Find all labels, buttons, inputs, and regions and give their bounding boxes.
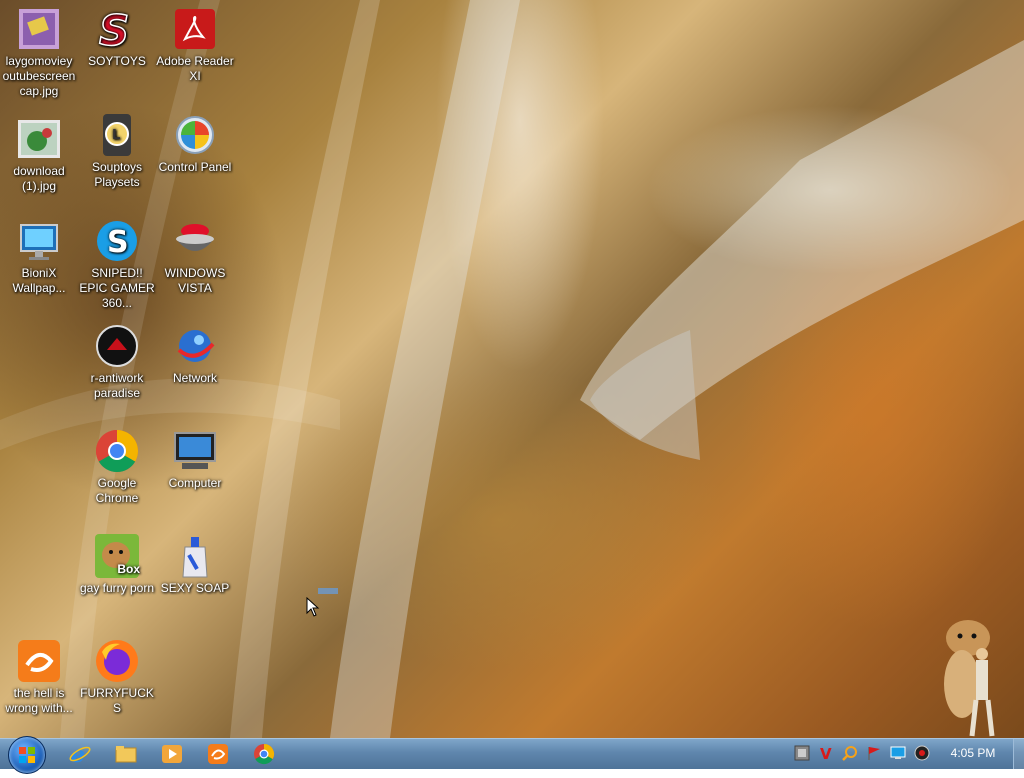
desktop-icon-label: download (1).jpg <box>13 164 65 193</box>
chrome-icon <box>94 428 140 474</box>
flag-icon[interactable] <box>866 745 882 761</box>
desktop-icon-network[interactable]: Network <box>156 323 234 386</box>
desktop-icon-label: Computer <box>168 476 222 490</box>
desktop-icon-gay-furry-porn[interactable]: Box gay furry porn <box>78 533 156 596</box>
chrome-icon <box>254 743 275 765</box>
taskbar-media-player[interactable] <box>156 742 188 766</box>
desktop-icon-label: WINDOWS VISTA <box>164 266 226 295</box>
network-globe-icon <box>172 323 218 369</box>
uc-browser-icon <box>208 744 228 764</box>
taskbar-internet-explorer[interactable]: e <box>64 742 96 766</box>
desktop-icon-sexy-soap[interactable]: SEXY SOAP <box>156 533 234 596</box>
desktop-icon-soytoys[interactable]: S SOYTOYS <box>78 6 156 69</box>
desktop-icon-label: Control Panel <box>158 160 232 174</box>
taskbar: e V 4:05 PM <box>0 736 1024 774</box>
svg-text:S: S <box>99 7 129 51</box>
desktop-icon-control-panel[interactable]: Control Panel <box>156 112 234 175</box>
taskbar-chrome[interactable] <box>248 742 280 766</box>
clock[interactable]: 4:05 PM <box>940 746 1006 760</box>
taskbar-file-explorer[interactable] <box>110 742 142 766</box>
desktop-icon-label: FURRYFUCKS <box>80 686 154 715</box>
skype-icon: S <box>94 218 140 264</box>
box-badge: Box <box>117 562 140 576</box>
desktop-icon-label: Adobe Reader XI <box>156 54 234 83</box>
monitor-icon <box>16 218 62 264</box>
image-file-icon <box>16 116 62 162</box>
desktop-icon-label: SEXY SOAP <box>160 581 230 595</box>
desktop-icon-download-jpg[interactable]: download (1).jpg <box>0 116 78 194</box>
desktop-icon-sniped-epic-gamer[interactable]: S SNIPED!! EPIC GAMER 360... <box>78 218 156 311</box>
v-antivirus-icon[interactable]: V <box>818 745 834 761</box>
desktop-icon-adobe-reader[interactable]: Adobe Reader XI <box>156 6 234 84</box>
svg-text:S: S <box>107 225 129 260</box>
desktop-icon-laygomoviey[interactable]: laygomoviey outubescreen cap.jpg <box>0 6 78 99</box>
desktop-icon-label: Network <box>172 371 217 385</box>
desktop-icon-label: SOYTOYS <box>88 54 146 68</box>
desktop-icon-label: the hell is wrong with... <box>5 686 73 715</box>
file-explorer-icon <box>115 746 137 763</box>
soytoys-s-icon: S <box>94 6 140 52</box>
desktop-icon-furryfucks[interactable]: FURRYFUCKS <box>78 638 156 716</box>
start-button[interactable] <box>8 736 46 774</box>
hamster-buddy-icon <box>944 620 995 737</box>
image-file-icon <box>16 6 62 52</box>
desktop-wallpaper[interactable]: laygomoviey outubescreen cap.jpg S SOYTO… <box>0 0 1024 738</box>
uc-browser-icon <box>16 638 62 684</box>
computer-icon <box>172 428 218 474</box>
desktop-icon-google-chrome[interactable]: Google Chrome <box>78 428 156 506</box>
volume-icon[interactable] <box>914 745 930 761</box>
antiwork-icon <box>94 323 140 369</box>
hamster-box-icon: Box <box>94 533 140 579</box>
taskbar-uc-browser[interactable] <box>202 742 234 766</box>
desktop-icon-label: laygomoviey outubescreen cap.jpg <box>2 54 76 98</box>
media-player-icon <box>162 745 182 763</box>
display-icon[interactable] <box>890 745 906 761</box>
show-desktop-button[interactable] <box>1013 739 1024 769</box>
desktop-icon-windows-vista[interactable]: WINDOWS VISTA <box>156 218 234 296</box>
soap-bottle-icon <box>172 533 218 579</box>
magnifier-icon[interactable] <box>842 745 858 761</box>
desktop-icon-label: SNIPED!! EPIC GAMER 360... <box>79 266 155 310</box>
desktop-icon-the-hell-is-wrong[interactable]: the hell is wrong with... <box>0 638 78 716</box>
desktop-icon-computer[interactable]: Computer <box>156 428 234 491</box>
internet-explorer-icon: e <box>69 743 91 765</box>
desktop-icon-label: BioniX Wallpap... <box>12 266 66 295</box>
selection-artifact <box>318 588 338 594</box>
control-panel-icon <box>172 112 218 158</box>
svg-text:L: L <box>112 128 120 143</box>
tray-app-icon[interactable] <box>794 745 810 761</box>
desktop-icon-r-antiwork-paradise[interactable]: r-antiwork paradise <box>78 323 156 401</box>
svg-text:V: V <box>820 745 832 761</box>
desktop-icon-souptoys-playsets[interactable]: L Souptoys Playsets <box>78 112 156 190</box>
desktop-icon-label: r-antiwork paradise <box>90 371 144 400</box>
mouse-cursor-icon <box>306 597 320 617</box>
desktop-icon-label: gay furry porn <box>79 581 155 595</box>
desktop-icon-label: Google Chrome <box>95 476 139 505</box>
firefox-icon <box>94 638 140 684</box>
souptoys-playset-icon: L <box>94 112 140 158</box>
desktop-icon-label: Souptoys Playsets <box>91 160 143 189</box>
bowl-app-icon <box>172 218 218 264</box>
adobe-reader-icon <box>172 6 218 52</box>
desktop-icon-bionix-wallpaper[interactable]: BioniX Wallpap... <box>0 218 78 296</box>
